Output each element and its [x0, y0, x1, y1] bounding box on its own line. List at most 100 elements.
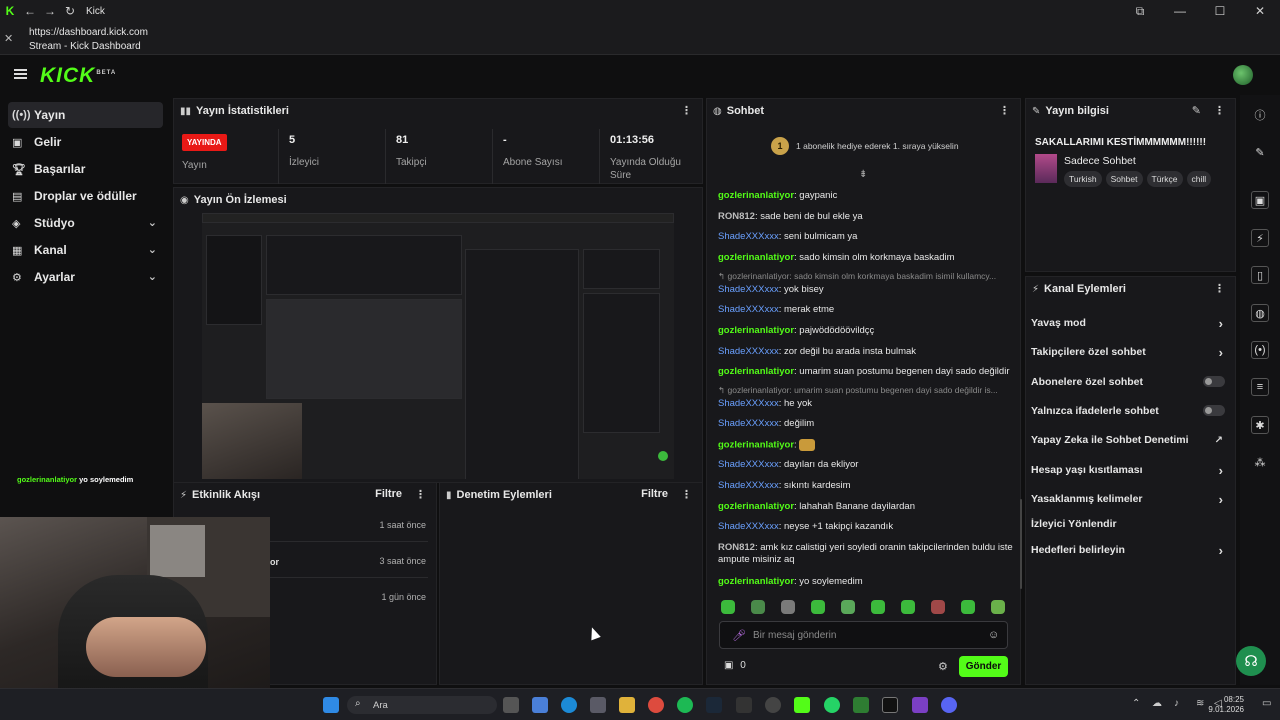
- visual-studio-icon[interactable]: [912, 697, 928, 713]
- filter-button[interactable]: Filtre: [641, 488, 668, 500]
- chat-message[interactable]: gozlerinanlatiyor: yo soylemedim: [718, 576, 1014, 587]
- clipboard-icon[interactable]: ▯: [1251, 266, 1269, 284]
- chat-input[interactable]: 🎤︎ Bir mesaj gönderin ☺: [719, 621, 1008, 649]
- discord-icon[interactable]: [941, 697, 957, 713]
- tray-chevron-icon[interactable]: ⌃: [1132, 698, 1140, 709]
- chat-message[interactable]: ShadeXXXxxx: sıkıntı kardesim: [718, 480, 1014, 491]
- chat-scrollbar[interactable]: [1020, 499, 1022, 589]
- emote-icon[interactable]: [721, 600, 735, 614]
- chat-settings-icon[interactable]: ⚙: [938, 660, 948, 673]
- channel-points[interactable]: ▣ 0: [724, 660, 746, 671]
- whatsapp-icon[interactable]: [824, 697, 840, 713]
- more-icon[interactable]: ⋮: [1214, 104, 1225, 117]
- forward-icon[interactable]: →: [40, 0, 60, 22]
- help-button[interactable]: ☊: [1236, 646, 1266, 676]
- emote-icon[interactable]: [931, 600, 945, 614]
- wrench-icon[interactable]: ✱: [1251, 416, 1269, 434]
- emote-icon[interactable]: [901, 600, 915, 614]
- sidebar-item-studyo[interactable]: ◈ Stüdyo ⌄: [8, 210, 163, 236]
- chat-message[interactable]: ShadeXXXxxx: he yok: [718, 398, 1014, 409]
- sidebar-item-ayarlar[interactable]: ⚙ Ayarlar ⌄: [8, 264, 163, 290]
- chat-message[interactable]: ShadeXXXxxx: merak etme: [718, 304, 1014, 315]
- gift-banner[interactable]: 1 abonelik hediye ederek 1. sıraya yükse…: [796, 141, 959, 151]
- send-button[interactable]: Gönder: [959, 656, 1008, 677]
- emote-icon[interactable]: [871, 600, 885, 614]
- tag[interactable]: Sohbet: [1105, 171, 1143, 187]
- chat-message[interactable]: gozlerinanlatiyor: gaypanic: [718, 190, 1014, 201]
- emote-icon[interactable]: [751, 600, 765, 614]
- close-icon[interactable]: ✕: [4, 32, 13, 45]
- action-followers-only[interactable]: Takipçilere özel sohbet ›: [1031, 345, 1231, 366]
- task-view-icon[interactable]: [503, 697, 519, 713]
- chat-message[interactable]: gozlerinanlatiyor: pajwödödöövildçç: [718, 325, 1014, 336]
- more-icon[interactable]: ⋮: [1214, 282, 1225, 295]
- notification-icon[interactable]: ▭: [1262, 698, 1271, 709]
- emote-icon[interactable]: [991, 600, 1005, 614]
- edit-icon[interactable]: ✎: [1192, 104, 1201, 117]
- chat-message[interactable]: RON812: amk kız calistigi yeri soyledi o…: [718, 542, 1014, 566]
- more-icon[interactable]: ⋮: [681, 488, 692, 501]
- edge-icon[interactable]: [561, 697, 577, 713]
- windows-start-icon[interactable]: [323, 697, 339, 713]
- action-banned-words[interactable]: Yasaklanmış kelimeler ›: [1031, 492, 1231, 513]
- chat-message[interactable]: gozlerinanlatiyor: umarim suan postumu b…: [718, 366, 1014, 377]
- action-subscribers-only[interactable]: Abonelere özel sohbet: [1031, 376, 1231, 396]
- filter-button[interactable]: Filtre: [375, 488, 402, 500]
- minimize-button[interactable]: —: [1160, 0, 1200, 22]
- widgets-icon[interactable]: [532, 697, 548, 713]
- sidebar-item-basarilar[interactable]: 🏆︎ Başarılar: [8, 156, 163, 182]
- chat-message[interactable]: RON812: sade beni de bul ekle ya: [718, 211, 1014, 222]
- chrome-icon[interactable]: [648, 697, 664, 713]
- layers-icon[interactable]: ≡: [1251, 378, 1269, 396]
- tag[interactable]: Turkish: [1064, 171, 1102, 187]
- action-account-age[interactable]: Hesap yaşı kısıtlaması ›: [1031, 463, 1231, 484]
- epic-icon[interactable]: [736, 697, 752, 713]
- spotify-icon[interactable]: [677, 697, 693, 713]
- action-slow-mode[interactable]: Yavaş mod ›: [1031, 316, 1231, 337]
- reload-icon[interactable]: ↻: [60, 0, 80, 22]
- sidebar-item-kanal[interactable]: ▦ Kanal ⌄: [8, 237, 163, 263]
- emote-icon[interactable]: [781, 600, 795, 614]
- share-icon[interactable]: ⁂: [1251, 453, 1269, 471]
- share-icon[interactable]: ⧉: [1120, 0, 1160, 22]
- bolt-icon[interactable]: ⚡︎: [1251, 229, 1269, 247]
- broadcast-icon[interactable]: (•): [1251, 341, 1269, 359]
- category-name[interactable]: Sadece Sohbet: [1064, 155, 1136, 167]
- emote-icon[interactable]: [841, 600, 855, 614]
- chat-message[interactable]: ShadeXXXxxx: değilim: [718, 418, 1014, 429]
- stream-preview-video[interactable]: [202, 213, 674, 479]
- sidebar-item-gelir[interactable]: ▣ Gelir: [8, 129, 163, 155]
- info-icon[interactable]: ⓘ: [1251, 106, 1269, 124]
- maximize-button[interactable]: ☐: [1200, 0, 1240, 22]
- url-text[interactable]: https://dashboard.kick.com: [29, 27, 148, 38]
- action-goals[interactable]: Hedefleri belirleyin ›: [1031, 543, 1231, 564]
- emote-icon[interactable]: [811, 600, 825, 614]
- taskbar-search[interactable]: ⌕ Ara: [347, 696, 497, 714]
- folder-icon[interactable]: [619, 697, 635, 713]
- action-ai-moderation[interactable]: Yapay Zeka ile Sohbet Denetimi ↗: [1031, 434, 1231, 454]
- more-icon[interactable]: ⋮: [681, 104, 692, 117]
- focus-icon[interactable]: ▣: [1251, 191, 1269, 209]
- menu-icon[interactable]: [14, 69, 27, 79]
- chat-icon[interactable]: ◍: [1251, 304, 1269, 322]
- chat-message[interactable]: ShadeXXXxxx: yok bisey: [718, 284, 1014, 295]
- close-button[interactable]: ✕: [1240, 0, 1280, 22]
- chat-message[interactable]: gozlerinanlatiyor:: [718, 439, 1014, 451]
- kick-app-icon[interactable]: [794, 697, 810, 713]
- clock[interactable]: 08:25 9.01.2026: [1208, 695, 1244, 715]
- sidebar-item-yayin[interactable]: ((•)) Yayın: [8, 102, 163, 128]
- store-icon[interactable]: [590, 697, 606, 713]
- sidebar-item-droplar[interactable]: ▤ Droplar ve ödüller: [8, 183, 163, 209]
- network-icon[interactable]: ☁: [1152, 698, 1162, 709]
- emote-icon[interactable]: [961, 600, 975, 614]
- tag[interactable]: chill: [1186, 171, 1212, 187]
- more-icon[interactable]: ⋮: [999, 104, 1010, 117]
- emoji-icon[interactable]: ☺: [988, 629, 999, 641]
- chat-message[interactable]: ShadeXXXxxx: neyse +1 takipçi kazandık: [718, 521, 1014, 532]
- avatar[interactable]: [1233, 65, 1253, 85]
- more-icon[interactable]: ⋮: [415, 488, 426, 501]
- tag[interactable]: Türkçe: [1146, 171, 1183, 187]
- microphone-icon[interactable]: 🎤︎: [732, 629, 746, 642]
- action-raid[interactable]: İzleyici Yönlendir: [1031, 518, 1231, 538]
- action-emotes-only[interactable]: Yalnızca ifadelerle sohbet: [1031, 405, 1231, 425]
